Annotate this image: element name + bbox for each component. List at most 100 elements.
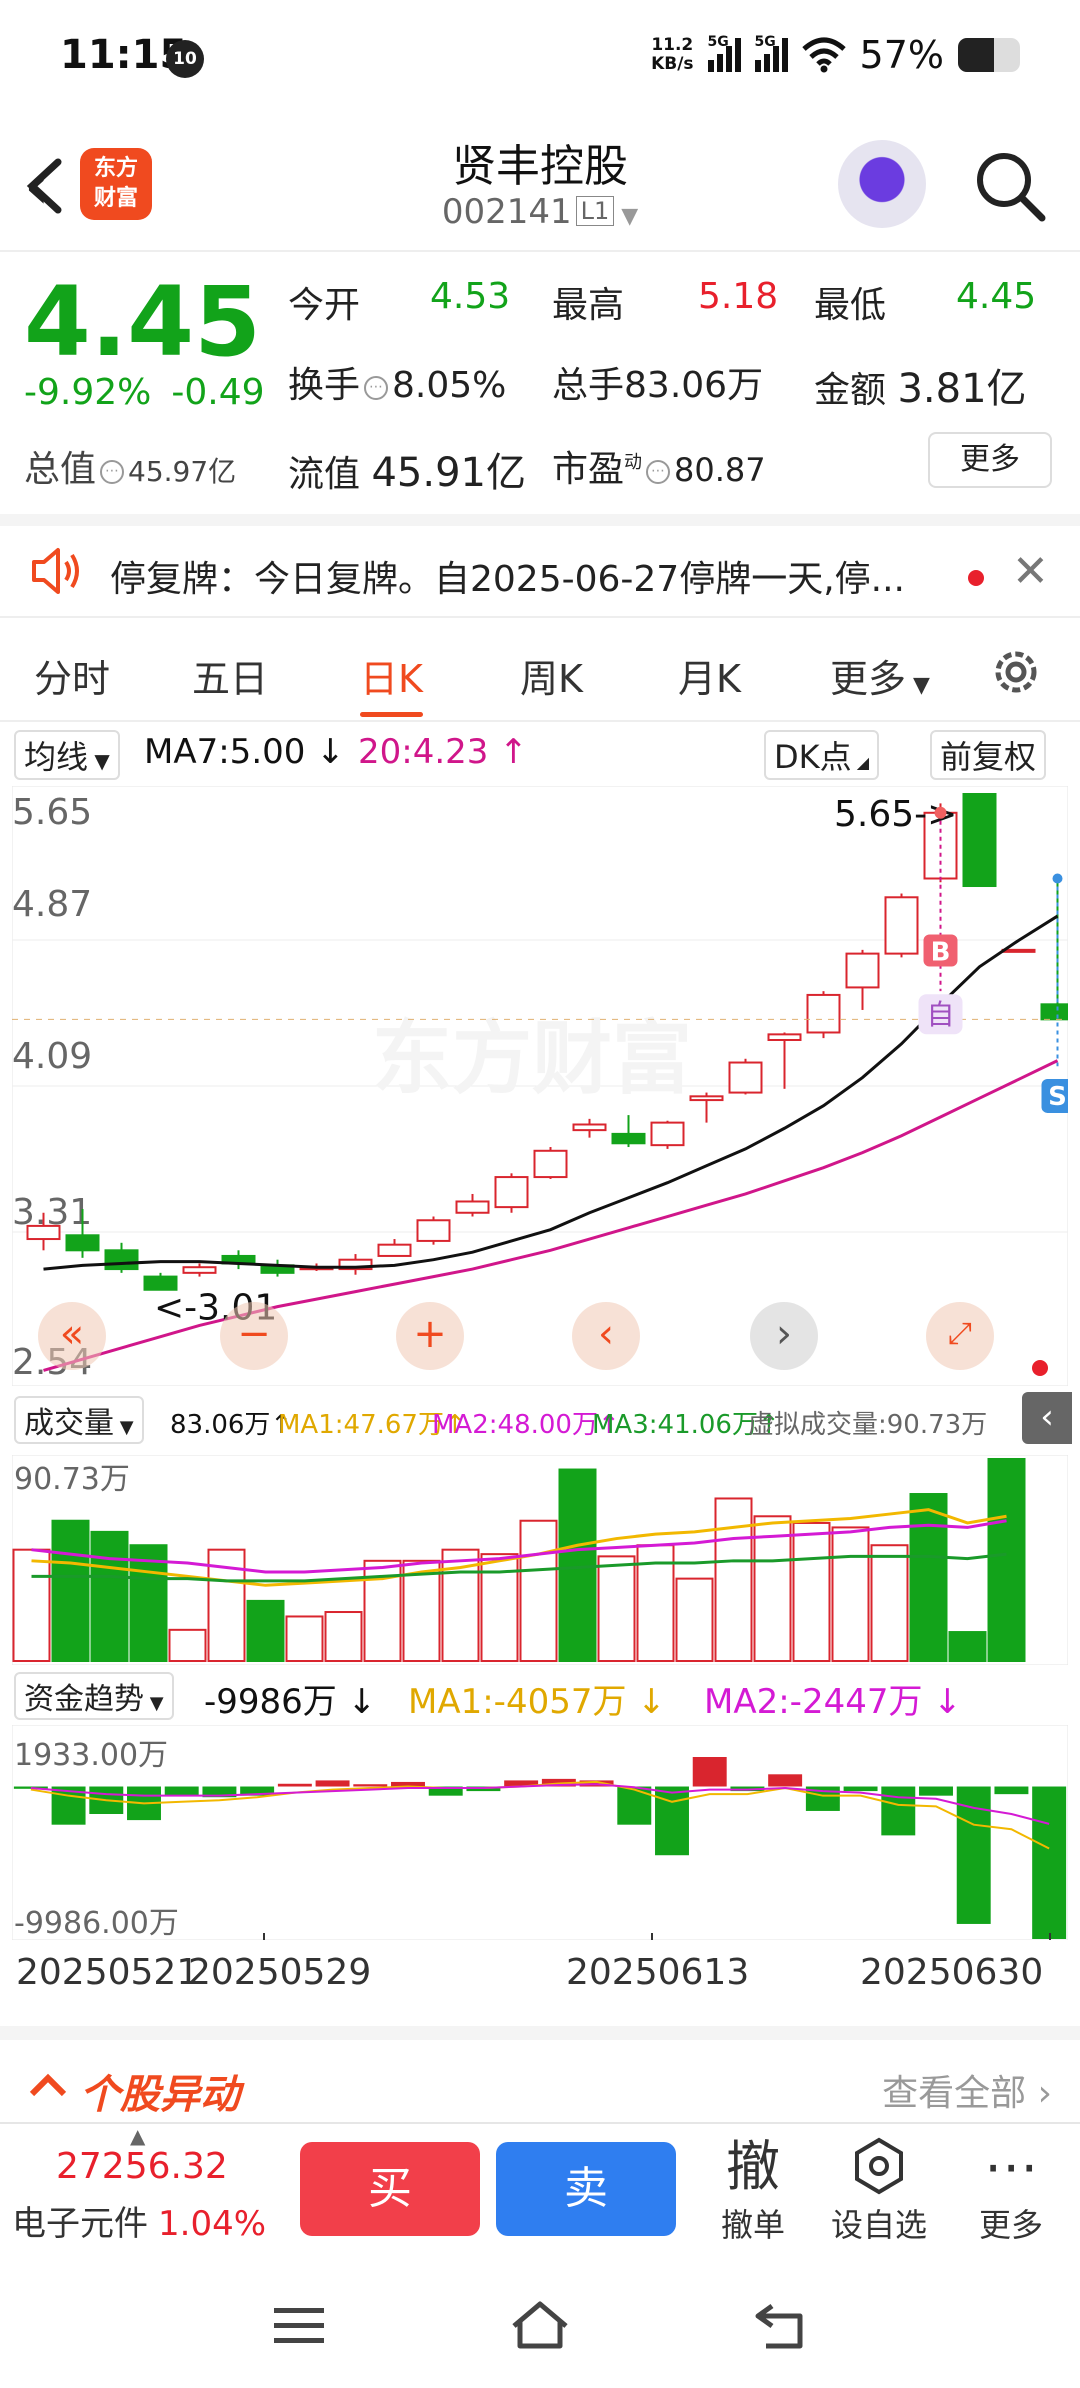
date-label-2: 20250529 <box>188 1952 372 1993</box>
candle-body <box>806 993 841 1034</box>
volume-bar <box>597 1555 636 1662</box>
fundflow-bar <box>655 1786 689 1856</box>
volume-bar <box>831 1526 870 1662</box>
stock-movers-section[interactable]: 个股异动 查看全部 › <box>0 2026 1080 2122</box>
scroll-right-icon[interactable]: › <box>750 1302 818 1370</box>
turnover-value: 8.05% <box>392 365 507 406</box>
signal-5g-icon-2: 5G <box>754 34 788 72</box>
market-level-badge: L1 <box>575 196 615 226</box>
cancel-order-button[interactable]: 撤撤单 <box>698 2134 808 2246</box>
pe-row: 市盈动 ⋯ 80.87 <box>552 440 766 492</box>
gear-icon[interactable] <box>986 642 1046 702</box>
candle-body <box>728 1061 763 1094</box>
info-icon[interactable]: ⋯ <box>100 460 125 484</box>
mktcap-label: 总值 <box>24 449 97 490</box>
search-icon[interactable] <box>970 146 1050 226</box>
suspension-notice[interactable]: 停复牌：今日复牌。自2025-06-27停牌一天,停... ✕ <box>0 514 1080 618</box>
sector-index-row[interactable]: 电子元件 1.04% <box>12 2196 266 2245</box>
high-value: 5.18 <box>698 276 779 317</box>
home-icon[interactable] <box>508 2298 572 2352</box>
volume-chart[interactable]: 90.73万 <box>12 1455 1068 1665</box>
tab-weekly-k[interactable]: 周K <box>520 648 583 703</box>
fundflow-bar <box>768 1774 803 1787</box>
quote-more-button[interactable]: 更多 <box>928 432 1052 488</box>
bottom-action-bar: ▲ 27256.32 电子元件 1.04% 买 卖 撤撤单 设自选 ⋯ 更多 <box>0 2122 1080 2262</box>
ai-assistant-avatar[interactable] <box>838 140 926 228</box>
fundflow-bar <box>919 1786 953 1796</box>
adjust-button[interactable]: 前复权 <box>930 730 1047 780</box>
volume-bar <box>519 1519 558 1662</box>
fund-flow-chart[interactable]: 1933.00万 -9986.00万 <box>12 1725 1068 1940</box>
volume-bar <box>987 1458 1026 1662</box>
mktcap-value: 45.97亿 <box>128 455 237 488</box>
fundflow-bar <box>164 1786 199 1796</box>
sell-signal-text: S <box>1048 1082 1067 1112</box>
virtual-volume: 虚拟成交量:90.73万 <box>748 1410 988 1440</box>
fundflow-bar <box>692 1757 727 1787</box>
candle-body <box>65 1234 100 1252</box>
date-label-3: 20250613 <box>566 1952 750 1993</box>
scroll-left-fast-icon[interactable]: « <box>38 1302 106 1370</box>
volume-select[interactable]: 成交量 ▼ <box>14 1396 144 1444</box>
volume-bar <box>909 1493 948 1662</box>
change-amount: -0.49 <box>171 372 265 413</box>
amount-label: 金额 <box>814 370 887 411</box>
volume-bar <box>870 1544 909 1662</box>
volume-label: 总手 <box>552 365 625 406</box>
zoom-in-icon[interactable]: + <box>396 1302 464 1370</box>
watermark-text: 东方财富 <box>372 1012 692 1105</box>
scroll-left-icon[interactable]: ‹ <box>572 1302 640 1370</box>
sector-index-value[interactable]: 27256.32 <box>56 2146 228 2187</box>
volume-bar <box>558 1468 597 1662</box>
volume-bar <box>324 1611 363 1663</box>
add-watchlist-label: 设自选 <box>830 2206 927 2244</box>
fullscreen-icon[interactable]: ⤢ <box>926 1302 994 1370</box>
tab-intraday[interactable]: 分时 <box>34 648 110 703</box>
candlestick-chart[interactable]: 东方财富5.654.874.093.312.545.65-><-3.01B自S <box>12 786 1068 1386</box>
candle-body <box>845 952 880 989</box>
info-icon[interactable]: ⋯ <box>364 376 389 400</box>
back-nav-icon[interactable] <box>752 2302 808 2350</box>
fundflow-select[interactable]: 资金趋势 ▼ <box>14 1672 174 1720</box>
volume-axis-label: 90.73万 <box>14 1462 130 1497</box>
ma-select[interactable]: 均线 ▼ <box>14 730 120 780</box>
tab-more[interactable]: 更多 ▼ <box>830 648 930 703</box>
candle-body <box>104 1249 139 1271</box>
menu-icon[interactable] <box>272 2306 326 2346</box>
dk-point-button[interactable]: DK点 ◢ <box>764 730 880 780</box>
close-icon[interactable]: ✕ <box>1012 546 1049 597</box>
volume-bar <box>948 1631 987 1662</box>
view-all-link[interactable]: 查看全部 › <box>882 2064 1052 2116</box>
tab-monthly-k[interactable]: 月K <box>678 648 741 703</box>
zoom-out-icon[interactable]: − <box>220 1302 288 1370</box>
candle-body <box>611 1132 646 1145</box>
cancel-order-icon: 撤 <box>726 2135 780 2198</box>
self-select-text: 自 <box>926 998 954 1031</box>
add-watchlist-button[interactable]: 设自选 <box>824 2134 934 2246</box>
period-tabs: 分时 五日 日K 周K 月K 更多 ▼ <box>0 622 1080 722</box>
pe-value: 80.87 <box>674 451 766 489</box>
more-dots-icon: ⋯ <box>984 2135 1038 2198</box>
tab-daily-k[interactable]: 日K <box>360 648 423 717</box>
caret-up-icon: ▲ <box>130 2124 146 2148</box>
system-nav-bar <box>0 2262 1080 2388</box>
buy-button[interactable]: 买 <box>300 2142 480 2236</box>
info-icon[interactable]: ⋯ <box>646 460 671 484</box>
sell-button[interactable]: 卖 <box>496 2142 676 2236</box>
candle-body <box>1040 1003 1068 1021</box>
hexagon-icon <box>855 2137 903 2195</box>
battery-icon <box>958 38 1020 72</box>
amount-row: 金额 3.81亿 <box>814 356 1027 414</box>
sector-name: 电子元件 <box>12 2204 148 2244</box>
sector-change: 1.04% <box>158 2204 267 2244</box>
collapse-panel-icon[interactable]: ‹ <box>1022 1392 1072 1444</box>
candle-body <box>1001 948 1036 953</box>
date-label-1: 20250521 <box>16 1952 200 1993</box>
net-type-1: 5G <box>707 34 729 50</box>
live-dot <box>1032 1360 1048 1376</box>
date-label-4: 20250630 <box>860 1952 1044 1993</box>
more-actions-button[interactable]: ⋯ 更多 <box>956 2134 1066 2246</box>
fundflow-bar <box>994 1786 1029 1795</box>
ma20-readout: 20:4.23 ↑ <box>358 732 528 772</box>
tab-five-day[interactable]: 五日 <box>192 648 268 703</box>
